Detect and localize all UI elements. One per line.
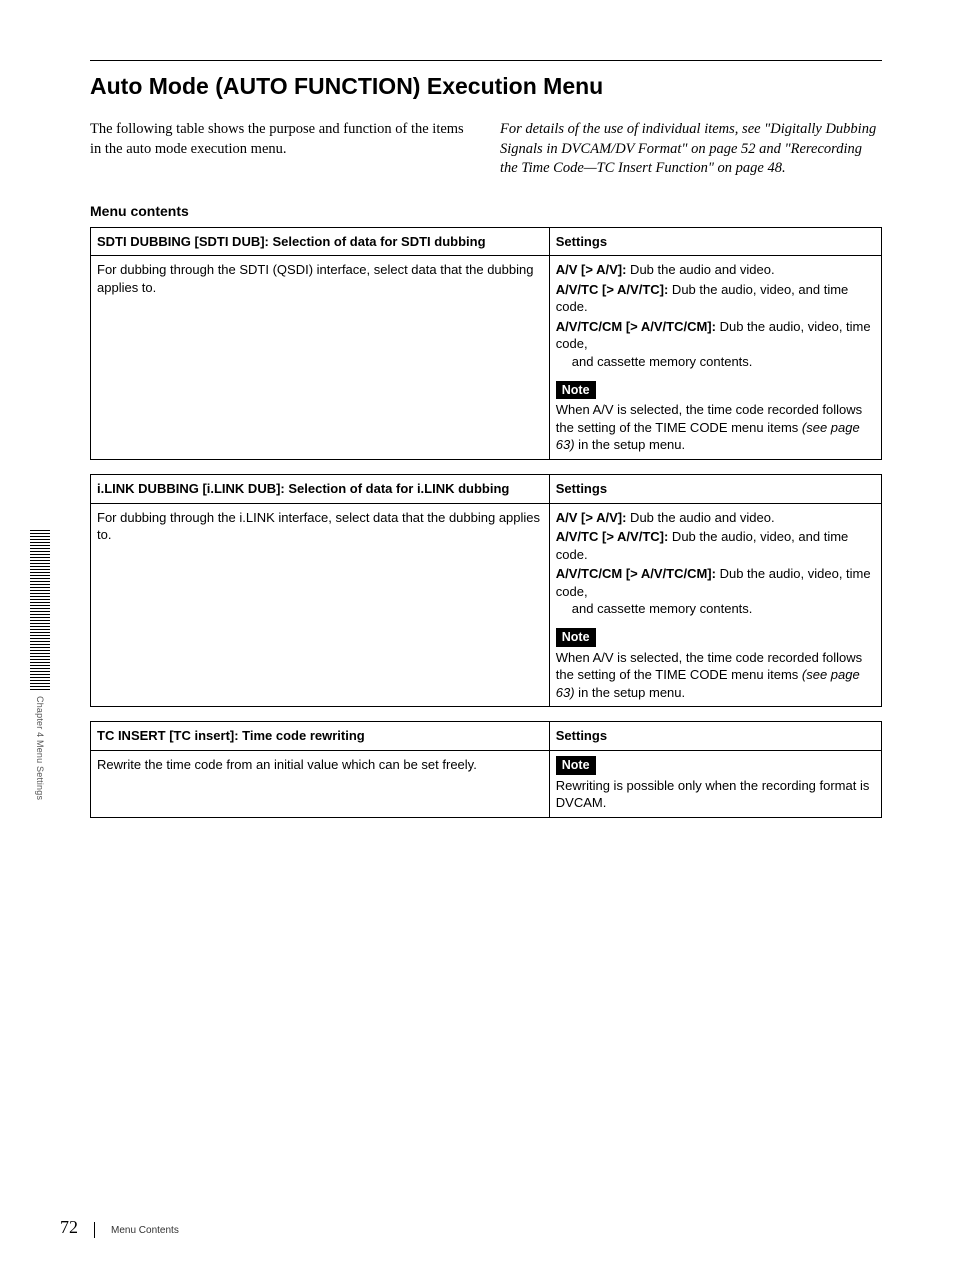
note-badge: Note: [556, 628, 596, 647]
table-header-left: i.LINK DUBBING [i.LINK DUB]: Selection o…: [91, 475, 550, 504]
page-footer: 72 Menu Contents: [60, 1217, 179, 1238]
intro-columns: The following table shows the purpose an…: [90, 120, 882, 179]
note-post: in the setup menu.: [575, 437, 686, 452]
table-body-left: For dubbing through the i.LINK interface…: [91, 503, 550, 707]
setting-indent: and cassette memory contents.: [572, 600, 875, 618]
table-body-left: For dubbing through the SDTI (QSDI) inte…: [91, 256, 550, 460]
note-badge: Note: [556, 381, 596, 400]
note-badge: Note: [556, 756, 596, 775]
footer-label: Menu Contents: [111, 1225, 179, 1238]
table-row: For dubbing through the i.LINK interface…: [91, 503, 882, 707]
settings-table-ilink: i.LINK DUBBING [i.LINK DUB]: Selection o…: [90, 474, 882, 707]
side-rule-icon: [30, 530, 50, 690]
setting-label: A/V/TC/CM [> A/V/TC/CM]:: [556, 566, 716, 581]
table-row: For dubbing through the SDTI (QSDI) inte…: [91, 256, 882, 460]
setting-label: A/V/TC [> A/V/TC]:: [556, 282, 669, 297]
note-text: Rewriting is possible only when the reco…: [556, 777, 875, 812]
setting-indent: and cassette memory contents.: [572, 353, 875, 371]
side-chapter-label: Chapter 4 Menu Settings: [35, 696, 45, 800]
table-header-right: Settings: [549, 475, 881, 504]
note-pre: Rewriting is possible only when the reco…: [556, 778, 870, 811]
setting-label: A/V [> A/V]:: [556, 262, 627, 277]
menu-contents-heading: Menu contents: [90, 203, 882, 219]
table-row: Rewrite the time code from an initial va…: [91, 750, 882, 817]
intro-right: For details of the use of individual ite…: [500, 120, 882, 179]
settings-table-tcinsert: TC INSERT [TC insert]: Time code rewriti…: [90, 721, 882, 818]
setting-label: A/V [> A/V]:: [556, 510, 627, 525]
page-number: 72: [60, 1217, 78, 1238]
note-text: When A/V is selected, the time code reco…: [556, 649, 875, 702]
note-text: When A/V is selected, the time code reco…: [556, 401, 875, 454]
intro-left: The following table shows the purpose an…: [90, 120, 472, 179]
note-post: in the setup menu.: [575, 685, 686, 700]
table-header-left: SDTI DUBBING [SDTI DUB]: Selection of da…: [91, 227, 550, 256]
setting-label: A/V/TC [> A/V/TC]:: [556, 529, 669, 544]
table-body-left: Rewrite the time code from an initial va…: [91, 750, 550, 817]
side-marker: Chapter 4 Menu Settings: [30, 530, 50, 800]
settings-table-sdti: SDTI DUBBING [SDTI DUB]: Selection of da…: [90, 227, 882, 460]
table-body-right: A/V [> A/V]: Dub the audio and video. A/…: [549, 256, 881, 460]
setting-text: Dub the audio and video.: [626, 262, 774, 277]
table-header-left: TC INSERT [TC insert]: Time code rewriti…: [91, 722, 550, 751]
table-header-right: Settings: [549, 227, 881, 256]
section-heading: Auto Mode (AUTO FUNCTION) Execution Menu: [90, 73, 882, 100]
footer-separator: [94, 1222, 95, 1238]
setting-text: Dub the audio and video.: [626, 510, 774, 525]
table-body-right: A/V [> A/V]: Dub the audio and video. A/…: [549, 503, 881, 707]
setting-label: A/V/TC/CM [> A/V/TC/CM]:: [556, 319, 716, 334]
table-header-right: Settings: [549, 722, 881, 751]
table-body-right: Note Rewriting is possible only when the…: [549, 750, 881, 817]
